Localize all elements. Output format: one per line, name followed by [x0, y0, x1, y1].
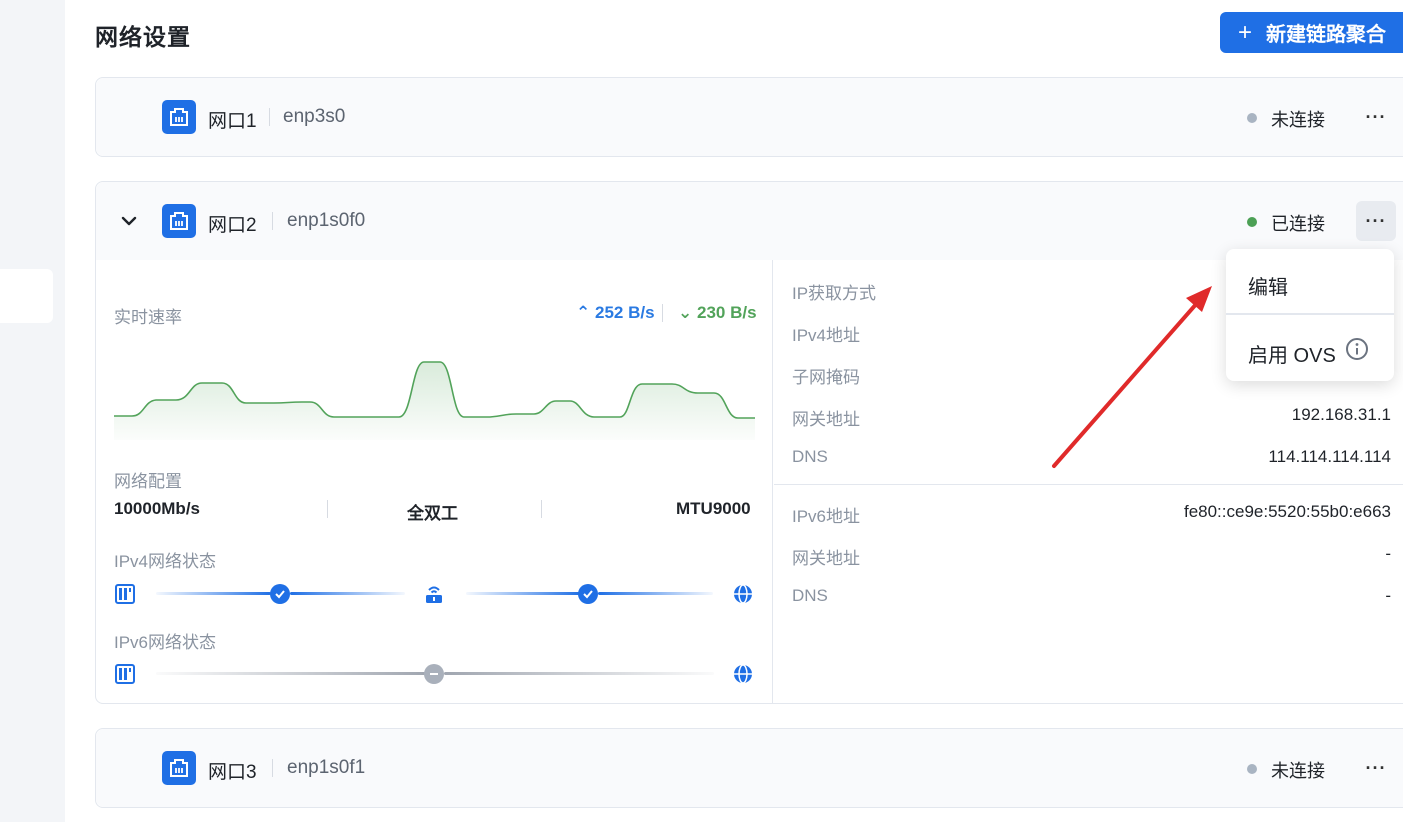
check-icon: [578, 584, 598, 604]
more-horizontal-icon: ···: [1365, 210, 1387, 231]
speed-sparkline: [114, 361, 755, 440]
download-speed: ⌄ 230 B/s: [678, 303, 757, 323]
server-icon: [115, 664, 135, 684]
globe-icon: [734, 584, 752, 604]
port-device: enp3s0: [283, 106, 346, 127]
more-horizontal-icon: ···: [1365, 106, 1387, 127]
menu-item-edit[interactable]: 编辑: [1248, 271, 1288, 300]
ipv4-link-line: [598, 592, 713, 595]
ipv6-link-line: [444, 672, 714, 675]
divider: [327, 500, 328, 518]
arrow-up-icon: ⌃: [576, 303, 591, 322]
ipv4-address-label: IPv4地址: [792, 326, 861, 345]
dns-value: 114.114.114.114: [1268, 447, 1391, 466]
port-actions-menu: 编辑 启用 OVS: [1226, 249, 1394, 381]
ipv4-link-line: [156, 592, 271, 595]
ipv6-dns-label: DNS: [792, 586, 828, 605]
mtu-value: MTU9000: [676, 499, 751, 518]
ipv4-status-label: IPv4网络状态: [114, 552, 217, 571]
port-name: 网口1: [208, 111, 257, 132]
more-button[interactable]: ···: [1356, 748, 1396, 788]
status-text: 已连接: [1271, 214, 1325, 234]
ipv6-address-value: fe80::ce9e:5520:55b0:e663: [1183, 502, 1391, 521]
ipv4-link-line: [466, 592, 581, 595]
ipv6-link-line: [156, 672, 426, 675]
status-text: 未连接: [1271, 761, 1325, 781]
ipv6-gateway-value: -: [1385, 544, 1391, 563]
ethernet-port-icon: [162, 751, 196, 785]
status-dot: [1247, 113, 1257, 123]
divider: [1226, 313, 1394, 315]
chevron-down-icon[interactable]: [118, 210, 140, 232]
port-device: enp1s0f1: [287, 757, 366, 778]
plus-icon: +: [1238, 18, 1253, 46]
minus-icon: [424, 664, 444, 684]
gateway-value: 192.168.31.1: [1291, 405, 1391, 424]
divider: [269, 108, 270, 126]
duplex-mode: 全双工: [407, 504, 458, 523]
ipv6-address-label: IPv6地址: [792, 507, 861, 526]
ipv6-status-label: IPv6网络状态: [114, 633, 217, 652]
status-dot: [1247, 217, 1257, 227]
status-dot: [1247, 764, 1257, 774]
info-circle-icon[interactable]: [1345, 337, 1369, 361]
annotation-arrow: [1052, 286, 1212, 468]
ipv6-dns-value: -: [1385, 586, 1391, 605]
divider: [662, 304, 663, 322]
more-button[interactable]: ···: [1356, 201, 1396, 241]
gateway-label: 网关地址: [792, 410, 860, 429]
ethernet-port-icon: [162, 100, 196, 134]
port-card-header[interactable]: 网口3 enp1s0f1 未连接 ···: [96, 729, 1403, 807]
port-name: 网口2: [208, 215, 257, 236]
stats-pane: 实时速率 ⌃ 252 B/s ⌄ 230 B/s 网络配置 10000Mb/s …: [96, 260, 773, 703]
ethernet-port-icon: [162, 204, 196, 238]
download-speed-value: 230 B/s: [696, 303, 757, 322]
link-speed: 10000Mb/s: [114, 499, 200, 518]
sidebar: [0, 0, 65, 822]
more-button[interactable]: ···: [1356, 97, 1396, 137]
port-card-1: 网口1 enp3s0 未连接 ···: [95, 77, 1403, 157]
sidebar-active-item[interactable]: [0, 269, 53, 323]
port-card-header[interactable]: 网口2 enp1s0f0 已连接 ···: [96, 182, 1403, 260]
more-horizontal-icon: ···: [1365, 757, 1387, 778]
divider: [272, 212, 273, 230]
divider: [272, 759, 273, 777]
new-bond-button[interactable]: + 新建链路聚合: [1220, 12, 1403, 53]
menu-item-enable-ovs[interactable]: 启用 OVS: [1248, 339, 1336, 368]
divider: [541, 500, 542, 518]
ipv4-link-line: [290, 592, 405, 595]
port-card-3: 网口3 enp1s0f1 未连接 ···: [95, 728, 1403, 808]
globe-icon: [734, 664, 752, 684]
realtime-label: 实时速率: [114, 308, 182, 327]
network-config-label: 网络配置: [114, 472, 182, 491]
port-device: enp1s0f0: [287, 210, 366, 231]
port-card-header[interactable]: 网口1 enp3s0 未连接 ···: [96, 78, 1403, 156]
upload-speed: ⌃ 252 B/s: [576, 303, 655, 323]
check-icon: [270, 584, 290, 604]
router-icon: [426, 586, 442, 603]
server-icon: [115, 584, 135, 604]
subnet-mask-label: 子网掩码: [792, 368, 860, 387]
ipv6-gateway-label: 网关地址: [792, 549, 860, 568]
port-name: 网口3: [208, 762, 257, 783]
ip-method-label: IP获取方式: [792, 284, 877, 303]
new-bond-label: 新建链路聚合: [1266, 24, 1387, 46]
upload-speed-value: 252 B/s: [594, 303, 655, 322]
divider: [774, 484, 1403, 485]
dns-label: DNS: [792, 447, 828, 466]
page-title: 网络设置: [95, 24, 191, 50]
status-text: 未连接: [1271, 110, 1325, 130]
arrow-down-icon: ⌄: [678, 303, 693, 322]
